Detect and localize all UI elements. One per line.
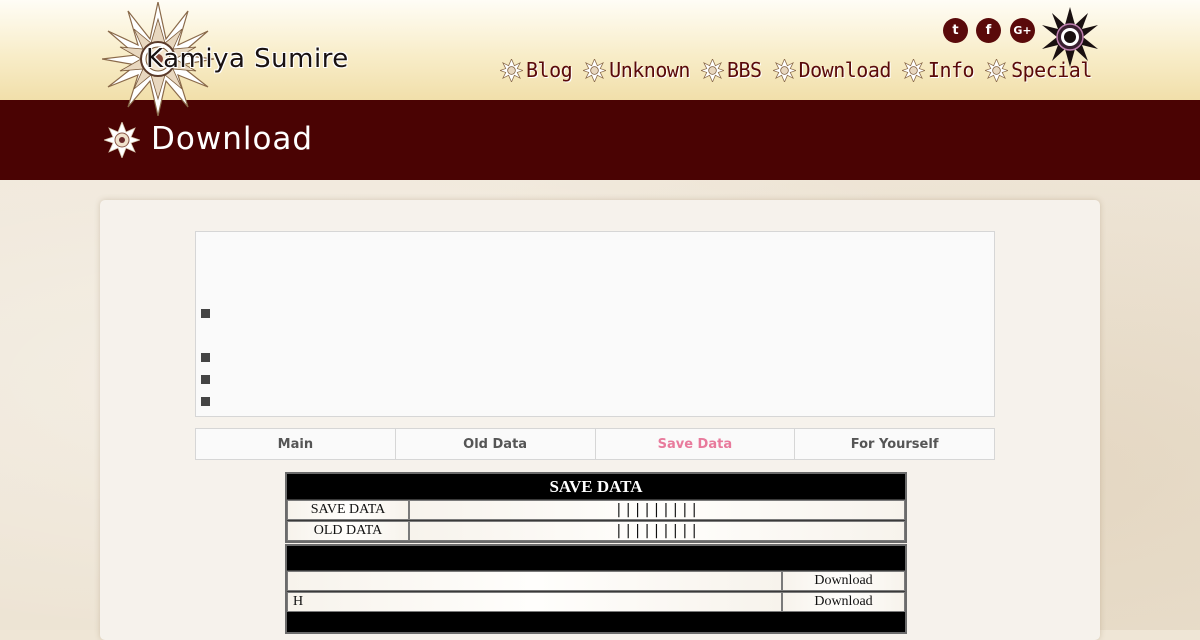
flower-icon [901,58,925,82]
nav-label: Download [798,58,892,82]
table-heading [287,546,905,570]
info-box [195,231,995,417]
nav-item-unknown[interactable]: Unknown [583,58,690,82]
tab-main[interactable]: Main [196,429,396,459]
table-heading: SAVE DATA [549,476,643,496]
flower-icon [772,58,796,82]
square-bullet-icon [201,397,210,406]
nav-label: Blog [526,58,573,82]
download-link[interactable]: Download [782,571,905,591]
twitter-icon[interactable]: t [943,18,968,43]
google-plus-icon[interactable]: G+ [1010,18,1035,43]
row-label: SAVE DATA [287,500,409,520]
save-data-table: SAVE DATA SAVE DATA ||||||||| OLD DATA |… [285,472,907,543]
tab-for-yourself[interactable]: For Yourself [795,429,994,459]
nav-label: Info [927,58,975,82]
square-bullet-icon [201,309,210,318]
nav-item-info[interactable]: Info [901,58,975,82]
file-name [287,571,782,591]
nav-item-blog[interactable]: Blog [500,58,573,82]
row-value: ||||||||| [409,521,905,541]
table-row: Download [287,570,905,591]
nav-item-bbs[interactable]: BBS [700,58,762,82]
file-name: H [287,592,782,612]
download-tabs: Main Old Data Save Data For Yourself [195,428,995,460]
download-table: Download H Download [285,544,907,634]
nav-label: Special [1011,58,1092,82]
flower-icon [583,58,607,82]
square-bullet-icon [201,375,210,384]
nav-item-special[interactable]: Special [985,58,1092,82]
flower-icon [700,58,724,82]
table-footer [287,612,905,632]
site-logo-text[interactable]: Kamiya Sumire [146,44,349,74]
nav-label: Unknown [609,58,690,82]
row-value: ||||||||| [409,500,905,520]
tab-save-data[interactable]: Save Data [596,429,796,459]
table-row: OLD DATA ||||||||| [287,520,905,541]
flower-icon [985,58,1009,82]
square-bullet-icon [201,353,210,362]
row-label: OLD DATA [287,521,409,541]
nav-item-download[interactable]: Download [772,58,892,82]
page-title: Download [151,121,314,157]
table-row: H Download [287,591,905,612]
main-nav: Blog Unknown BBS Download Info Special [500,58,1092,82]
download-link[interactable]: Download [782,592,905,612]
flower-icon [500,58,523,82]
facebook-icon[interactable]: f [976,18,1001,43]
nav-label: BBS [726,58,762,82]
tab-old-data[interactable]: Old Data [396,429,596,459]
flower-icon [104,122,140,158]
table-row: SAVE DATA ||||||||| [287,499,905,520]
